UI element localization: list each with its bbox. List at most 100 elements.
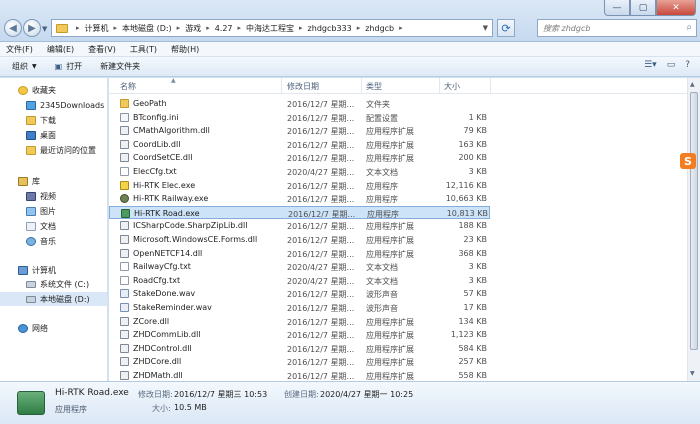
maximize-button[interactable]: ▢ (630, 0, 656, 16)
chevron-right-icon[interactable]: ▸ (238, 24, 242, 32)
file-date: 2016/12/7 星期... (287, 372, 355, 381)
dll-file-icon (120, 357, 129, 367)
nav-library-item[interactable]: 视频 (0, 189, 107, 203)
nav-favorites[interactable]: 收藏夹 (0, 83, 107, 97)
chevron-right-icon[interactable]: ▸ (114, 24, 118, 32)
close-button[interactable]: ✕ (656, 0, 696, 16)
file-row[interactable]: CMathAlgorithm.dll 2016/12/7 星期... 应用程序扩展 7… (109, 124, 490, 138)
file-row[interactable]: ElecCfg.txt 2020/4/27 星期... 文本文档 3 KB (109, 165, 490, 179)
menu-item[interactable]: 文件(F) (6, 44, 33, 55)
nav-network[interactable]: 网络 (0, 321, 107, 335)
column-date[interactable]: 修改日期 (287, 81, 319, 92)
nav-drive-item[interactable]: 本地磁盘 (D:) (0, 292, 107, 306)
chevron-right-icon[interactable]: ▸ (399, 24, 403, 32)
nav-favorite-item[interactable]: 2345Downloads (0, 98, 107, 112)
new-folder-button[interactable]: 新建文件夹 (100, 61, 140, 72)
breadcrumb-label: 4.27 (214, 23, 233, 33)
column-header: ▲ 名称 修改日期 类型 大小 (109, 78, 687, 94)
file-name: ZHDCore.dll (133, 357, 182, 367)
minimize-button[interactable]: — (604, 0, 630, 16)
column-type[interactable]: 类型 (366, 81, 382, 92)
breadcrumb-item[interactable]: 计算机 ▸ (85, 23, 123, 34)
forward-button[interactable]: ▶ (23, 19, 41, 37)
file-row[interactable]: StakeReminder.wav 2016/12/7 星期... 波形声音 17 K… (109, 301, 490, 315)
scroll-up-icon[interactable]: ▲ (690, 81, 698, 89)
file-row[interactable]: RoadCfg.txt 2020/4/27 星期... 文本文档 3 KB (109, 274, 490, 288)
file-row[interactable]: GeoPath 2016/12/7 星期... 文件夹 (109, 97, 490, 111)
file-row[interactable]: Hi-RTK Road.exe 2016/12/7 星期... 应用程序 10,813… (109, 205, 490, 220)
menu-item[interactable]: 编辑(E) (47, 44, 74, 55)
chevron-right-icon[interactable]: ▸ (206, 24, 210, 32)
breadcrumb-item[interactable]: 中海达工程宝 ▸ (246, 23, 308, 34)
vertical-scrollbar[interactable]: ▲ ▼ (687, 78, 700, 381)
file-row[interactable]: CoordSetCE.dll 2016/12/7 星期... 应用程序扩展 200 K… (109, 151, 490, 165)
address-bar[interactable]: ▸ 计算机 ▸ 本地磁盘 (D:) ▸ 游戏 ▸ 4.27 ▸ 中海达工程宝 ▸ zhdgcb333… (51, 19, 493, 37)
file-size: 368 KB (458, 248, 487, 258)
file-type: 应用程序扩展 (366, 140, 414, 150)
app-file-icon (17, 391, 45, 415)
file-row[interactable]: ZHDMath.dll 2016/12/7 星期... 应用程序扩展 558 KB (109, 369, 490, 381)
file-size: 23 KB (463, 235, 487, 244)
search-input[interactable]: 搜索 zhdgcb ⌕ (537, 19, 697, 37)
menu-item[interactable]: 查看(V) (88, 44, 116, 55)
file-row[interactable]: ZHDCommLib.dll 2016/12/7 星期... 应用程序扩展 1,123… (109, 328, 490, 342)
breadcrumb-item[interactable]: zhdgcb333 ▸ (308, 24, 366, 33)
file-row[interactable]: ICSharpCode.SharpZipLib.dll 2016/12/7 星期.… (109, 219, 490, 233)
file-row[interactable]: OpenNETCF14.dll 2016/12/7 星期... 应用程序扩展 368 … (109, 247, 490, 261)
file-row[interactable]: CoordLib.dll 2016/12/7 星期... 应用程序扩展 163 KB (109, 138, 490, 152)
nav-label: 桌面 (40, 130, 56, 140)
scroll-thumb[interactable] (690, 92, 698, 350)
file-row[interactable]: StakeDone.wav 2016/12/7 星期... 波形声音 57 KB (109, 287, 490, 301)
open-button[interactable]: ▣ 打开 (55, 61, 83, 72)
column-name[interactable]: 名称 (120, 81, 136, 92)
drive-icon (26, 295, 36, 303)
menu-item[interactable]: 帮助(H) (171, 44, 199, 55)
file-date: 2020/4/27 星期... (287, 168, 355, 177)
file-name: ICSharpCode.SharpZipLib.dll (133, 221, 248, 231)
file-row[interactable]: Hi-RTK Railway.exe 2016/12/7 星期... 应用程序 10,… (109, 192, 490, 206)
help-icon[interactable]: ? (685, 60, 690, 70)
breadcrumb-label: zhdgcb333 (307, 23, 352, 33)
file-row[interactable]: ZHDControl.dll 2016/12/7 星期... 应用程序扩展 584 K… (109, 342, 490, 356)
nav-library-item[interactable]: 音乐 (0, 234, 107, 248)
chevron-right-icon[interactable]: ▸ (299, 24, 303, 32)
file-row[interactable]: BTconfig.ini 2016/12/7 星期... 配置设置 1 KB (109, 111, 490, 125)
breadcrumb-item[interactable]: 4.27 ▸ (215, 24, 246, 33)
file-name: CoordSetCE.dll (133, 153, 193, 163)
nav-drive-item[interactable]: 系统文件 (C:) (0, 277, 107, 291)
file-row[interactable]: ZCore.dll 2016/12/7 星期... 应用程序扩展 134 KB (109, 315, 490, 329)
file-row[interactable]: ZHDCore.dll 2016/12/7 星期... 应用程序扩展 257 KB (109, 355, 490, 369)
file-row[interactable]: Microsoft.WindowsCE.Forms.dll 2016/12/7 星… (109, 233, 490, 247)
back-button[interactable]: ◀ (4, 19, 22, 37)
file-row[interactable]: RailwayCfg.txt 2020/4/27 星期... 文本文档 3 KB (109, 260, 490, 274)
nav-favorite-item[interactable]: 桌面 (0, 128, 107, 142)
nav-library[interactable]: 库 (0, 174, 107, 188)
chevron-right-icon[interactable]: ▸ (357, 24, 361, 32)
menu-item[interactable]: 工具(T) (130, 44, 157, 55)
column-size[interactable]: 大小 (444, 81, 460, 92)
scroll-down-icon[interactable]: ▼ (690, 370, 698, 378)
view-options-icon[interactable]: ☰▾ (644, 60, 657, 70)
recent-pages-dropdown[interactable]: ▼ (42, 25, 47, 33)
refresh-button[interactable]: ⟳ (497, 19, 515, 37)
nav-favorite-item[interactable]: 最近访问的位置 (0, 143, 107, 157)
chevron-right-icon[interactable]: ▸ (177, 24, 181, 32)
details-size-label: 大小: (152, 404, 171, 413)
nav-library-item[interactable]: 图片 (0, 204, 107, 218)
nav-computer[interactable]: 计算机 (0, 263, 107, 277)
chevron-down-icon[interactable]: ▼ (483, 24, 488, 32)
file-name: RailwayCfg.txt (133, 262, 191, 272)
command-bar: 组织 ▼ ▣ 打开 新建文件夹 ☰▾ ▭ ? (0, 57, 700, 77)
breadcrumb-item[interactable]: zhdgcb ▸ (365, 24, 407, 33)
file-row[interactable]: Hi-RTK Elec.exe 2016/12/7 星期... 应用程序 12,116… (109, 179, 490, 193)
sogou-s-badge[interactable]: S (680, 153, 696, 169)
breadcrumb-item[interactable]: 游戏 ▸ (185, 23, 215, 34)
nav-library-item[interactable]: 文档 (0, 219, 107, 233)
organize-button[interactable]: 组织 ▼ (12, 61, 37, 72)
preview-pane-icon[interactable]: ▭ (667, 60, 676, 70)
breadcrumb-item[interactable]: 本地磁盘 (D:) ▸ (122, 23, 185, 34)
nav-favorite-item[interactable]: 下载 (0, 113, 107, 127)
exe-rail-file-icon (120, 194, 129, 204)
breadcrumb-label: 本地磁盘 (D:) (122, 23, 172, 33)
dll-file-icon (120, 371, 129, 380)
